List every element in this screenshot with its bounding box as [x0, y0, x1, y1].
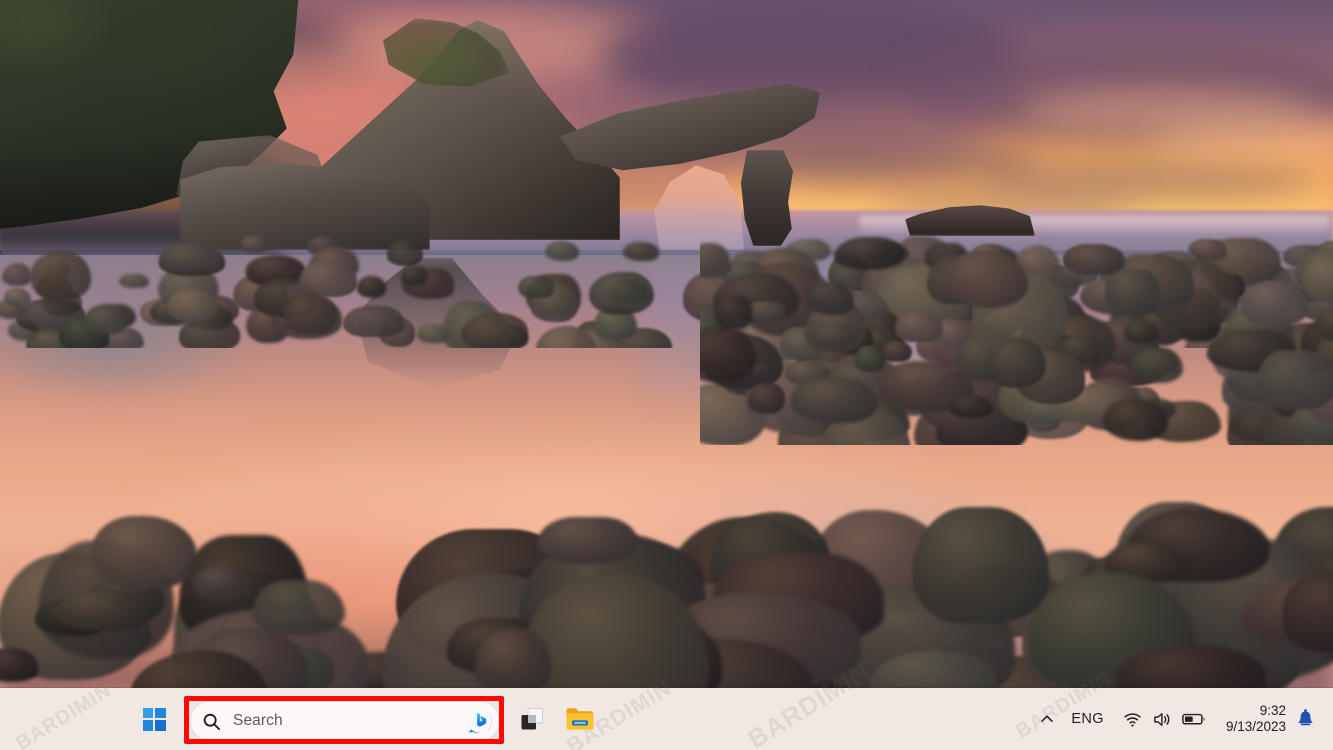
wallpaper-boulder	[192, 566, 252, 601]
clock-button[interactable]: 9:32 9/13/2023	[1216, 703, 1294, 736]
wallpaper-boulder	[987, 338, 1047, 388]
wallpaper-boulder	[29, 251, 92, 301]
wallpaper-boulder	[623, 241, 659, 262]
quick-settings-button[interactable]	[1113, 699, 1216, 739]
wallpaper-boulder	[714, 296, 752, 329]
wallpaper-boulder	[241, 235, 268, 253]
wallpaper-boulder	[589, 272, 655, 315]
folder-icon	[566, 708, 594, 730]
wallpaper-boulder	[748, 383, 785, 415]
desktop-screen: BARDIMIN BARDIMIN BARDIMIN BARDIMIN ENG …	[0, 0, 1333, 750]
wallpaper-boulder	[700, 327, 756, 382]
show-hidden-icons-button[interactable]	[1032, 699, 1062, 739]
task-view-button[interactable]	[508, 695, 556, 743]
speaker-icon	[1148, 710, 1176, 729]
desktop-wallpaper[interactable]	[0, 0, 1333, 750]
wallpaper-boulder-field-right	[700, 225, 1333, 445]
wallpaper-boulder	[1130, 347, 1184, 384]
wallpaper-boulder	[400, 266, 428, 287]
wallpaper-boulder	[536, 516, 639, 565]
wallpaper-boulder	[56, 589, 148, 631]
wallpaper-boulder	[806, 281, 855, 315]
wallpaper-boulder	[895, 311, 944, 343]
wallpaper-boulder	[84, 306, 128, 335]
wallpaper-boulder	[882, 341, 912, 362]
system-tray: ENG 9:32 9/13/2023	[1032, 688, 1333, 750]
wallpaper-boulder	[91, 515, 198, 590]
search-box[interactable]: Search	[190, 701, 500, 741]
bing-chat-icon	[468, 709, 492, 734]
wallpaper-boulder	[791, 377, 878, 424]
wallpaper-boulder	[518, 275, 554, 298]
wallpaper-boulder	[912, 507, 1049, 624]
battery-icon	[1178, 711, 1210, 727]
wallpaper-boulder	[417, 323, 450, 343]
wifi-icon	[1119, 710, 1146, 729]
search-input-placeholder[interactable]: Search	[231, 712, 461, 730]
wallpaper-boulder	[2, 262, 32, 287]
start-button[interactable]	[130, 695, 178, 743]
wallpaper-boulder	[298, 260, 357, 298]
wallpaper-boulder	[809, 323, 857, 347]
wallpaper-boulder	[1255, 350, 1333, 410]
wallpaper-boulder	[282, 293, 338, 335]
wallpaper-boulder	[252, 579, 345, 636]
wallpaper-boulder	[1105, 268, 1161, 317]
wallpaper-boulder	[1102, 399, 1169, 442]
windows-logo-icon	[142, 707, 166, 731]
wallpaper-boulder	[159, 242, 225, 273]
taskbar-left-cluster	[130, 688, 178, 750]
wallpaper-boulder	[700, 242, 732, 277]
wallpaper-boulder	[3, 287, 31, 307]
wallpaper-boulder-field-foreground	[0, 480, 1333, 695]
bing-chat-button[interactable]	[461, 702, 499, 740]
task-view-icon	[521, 708, 543, 730]
wallpaper-boulder	[387, 240, 423, 267]
wallpaper-boulder	[1062, 244, 1125, 276]
language-indicator[interactable]: ENG	[1062, 699, 1113, 739]
magnifier-icon	[191, 712, 231, 731]
bell-icon	[1298, 708, 1313, 725]
wallpaper-boulder	[855, 345, 886, 372]
clock-time: 9:32	[1259, 702, 1286, 718]
wallpaper-boulder	[949, 395, 993, 419]
wallpaper-sea-arch	[180, 10, 820, 250]
wallpaper-boulder	[1124, 322, 1159, 344]
wallpaper-boulder	[1240, 280, 1308, 328]
wallpaper-boulder	[545, 240, 579, 261]
wallpaper-boulder	[357, 276, 387, 298]
chevron-up-icon	[1041, 715, 1054, 722]
wallpaper-boulder	[118, 273, 150, 289]
clock-date: 9/13/2023	[1225, 719, 1286, 734]
wallpaper-boulder	[343, 305, 405, 338]
file-explorer-button[interactable]	[556, 695, 604, 743]
wallpaper-boulder	[460, 313, 528, 348]
wallpaper-boulder	[474, 628, 551, 694]
wallpaper-boulder	[834, 236, 905, 271]
notifications-button[interactable]	[1294, 708, 1327, 730]
taskbar-app-cluster	[508, 688, 604, 750]
wallpaper-boulder	[1193, 240, 1226, 258]
watermark: BARDIMIN	[12, 679, 116, 750]
